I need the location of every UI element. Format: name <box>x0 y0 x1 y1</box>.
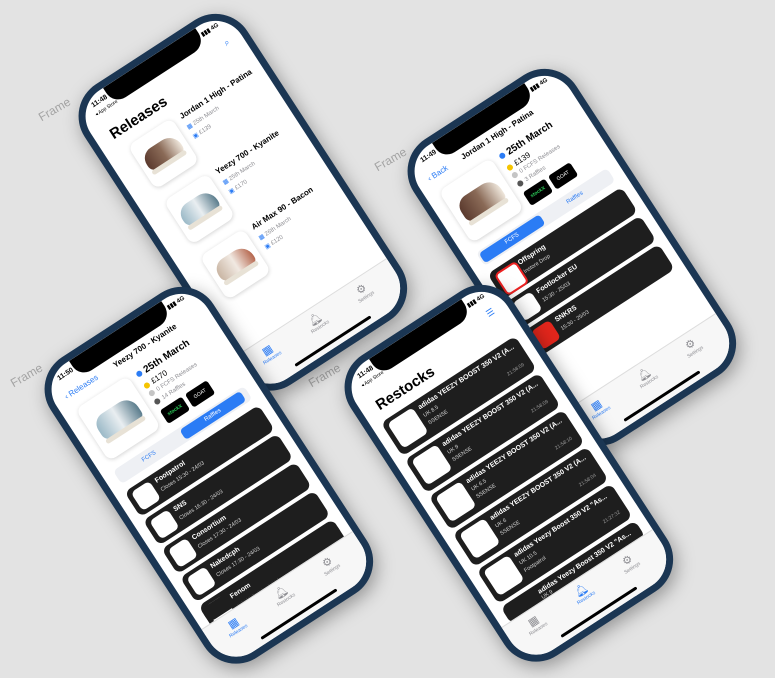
signal-label: 4G <box>475 293 486 303</box>
gear-icon: ⚙ <box>354 281 370 298</box>
gear-icon: ⚙ <box>683 336 699 353</box>
store-logo <box>149 509 180 540</box>
status-time: 11:49 <box>419 148 438 165</box>
frame-label: Frame <box>372 144 410 175</box>
store-logo <box>167 537 199 569</box>
goat-button[interactable]: GOAT <box>184 380 216 408</box>
status-time: 11:50 <box>56 366 75 383</box>
frame-label: Frame <box>8 360 46 391</box>
raffle-icon <box>153 397 162 406</box>
release-price-text: £139 <box>198 123 213 137</box>
restock-time: 21:58:10 <box>553 435 574 452</box>
notch <box>103 28 207 105</box>
back-label: Releases <box>66 372 100 399</box>
signal-icon: ▮▮▮ 4G <box>529 77 549 94</box>
signal-label: 4G <box>538 77 549 87</box>
signal-icon: ▮▮▮ 4G <box>166 295 186 312</box>
back-button[interactable]: ‹ Back <box>426 163 450 183</box>
calendar-icon <box>498 151 507 161</box>
tab-settings[interactable]: ⚙ Settings <box>662 323 722 371</box>
goat-button[interactable]: GOAT <box>547 162 579 190</box>
signal-label: 4G <box>209 22 220 32</box>
restock-time: 21:58:09 <box>506 361 526 378</box>
raffle-icon <box>516 179 525 188</box>
signal-icon: ▮▮▮ 4G <box>200 22 220 39</box>
restock-time: 21:58:09 <box>530 398 550 415</box>
release-price-text: £120 <box>270 234 285 247</box>
calendar-icon <box>135 369 144 379</box>
price-icon <box>505 163 515 172</box>
signal-icon: ▮▮▮ 4G <box>466 293 486 310</box>
search-icon[interactable]: ⌕ <box>222 37 232 49</box>
fcfs-icon <box>510 170 520 180</box>
restock-time: 21:27:32 <box>601 509 622 526</box>
price-icon <box>142 381 152 390</box>
signal-label: 4G <box>175 295 186 305</box>
frame-label: Frame <box>36 94 74 125</box>
release-price-text: £170 <box>234 179 249 192</box>
store-logo <box>130 480 162 512</box>
back-label: Back <box>429 163 450 181</box>
restock-time: 21:58:04 <box>577 472 598 489</box>
fcfs-icon <box>147 388 157 398</box>
store-logo <box>186 566 217 597</box>
filter-icon[interactable]: ☰ <box>484 306 497 320</box>
tab-settings[interactable]: ⚙ Settings <box>333 268 393 316</box>
